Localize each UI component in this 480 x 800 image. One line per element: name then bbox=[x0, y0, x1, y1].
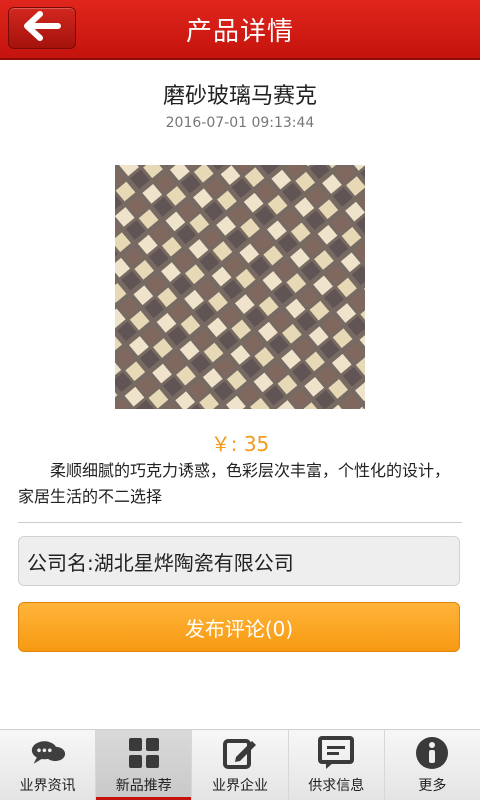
post-comment-button[interactable]: 发布评论(0) bbox=[18, 602, 460, 652]
tab-industry-news[interactable]: 业界资讯 bbox=[0, 730, 97, 800]
tab-label: 业界资讯 bbox=[19, 778, 76, 794]
tab-new-products[interactable]: 新品推荐 bbox=[96, 730, 193, 800]
chat-bubbles-icon bbox=[30, 735, 66, 771]
tab-industry-companies[interactable]: 业界企业 bbox=[192, 730, 289, 800]
publish-time: 2016-07-01 09:13:44 bbox=[165, 115, 315, 131]
tab-label: 业界企业 bbox=[212, 778, 268, 794]
edit-icon bbox=[222, 735, 258, 771]
grid-icon bbox=[126, 735, 162, 771]
product-title: 磨砂玻璃马赛克 bbox=[162, 84, 317, 109]
product-price: ￥: 35 bbox=[210, 432, 270, 456]
product-description: 柔顺细腻的巧克力诱惑，色彩层次丰富，个性化的设计，家居生活的不二选择 bbox=[18, 461, 451, 506]
bottom-tab-bar: 业界资讯 新品推荐 业界企业 供求信息 更多 bbox=[0, 729, 480, 800]
header-bar: 产品详情 bbox=[0, 0, 480, 60]
tab-label: 供求信息 bbox=[308, 778, 365, 794]
tab-label: 更多 bbox=[418, 778, 447, 794]
company-name: 公司名:湖北星烨陶瓷有限公司 bbox=[27, 550, 294, 575]
message-box-icon bbox=[318, 735, 355, 771]
divider bbox=[18, 522, 462, 523]
tab-more[interactable]: 更多 bbox=[385, 730, 480, 800]
page-title: 产品详情 bbox=[185, 16, 294, 47]
tab-supply-demand[interactable]: 供求信息 bbox=[289, 730, 385, 800]
company-field[interactable]: 公司名:湖北星烨陶瓷有限公司 bbox=[18, 536, 460, 586]
tab-label: 新品推荐 bbox=[115, 778, 172, 794]
info-icon bbox=[414, 735, 450, 771]
product-image bbox=[115, 165, 365, 409]
